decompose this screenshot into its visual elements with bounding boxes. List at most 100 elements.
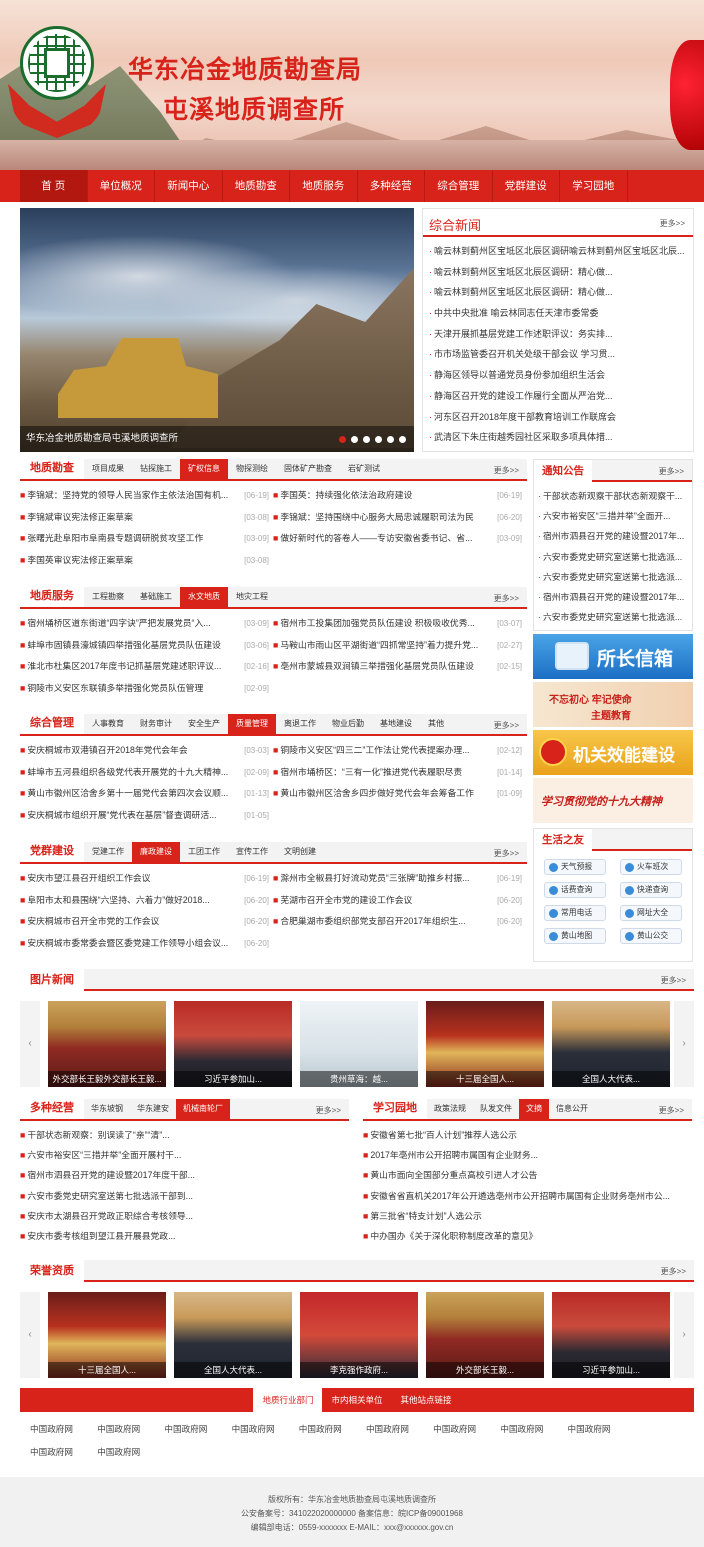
weather-link[interactable]: 天气预报 bbox=[544, 859, 606, 875]
tab-study-policy[interactable]: 政策法规 bbox=[427, 1099, 473, 1119]
tab-mgmt-retirees[interactable]: 离退工作 bbox=[276, 714, 324, 734]
tab-geology-mining-rights[interactable]: 矿权信息 bbox=[180, 459, 228, 479]
link-item[interactable]: 中国政府网 bbox=[500, 1418, 567, 1441]
list-item[interactable]: · 喻云林到蓟州区宝坻区北辰区调研喻云林到蓟州区宝坻区北辰... bbox=[429, 241, 687, 262]
carousel-prev-arrow[interactable]: ‹ bbox=[20, 1292, 40, 1378]
tab-links-other-sites[interactable]: 其他站点链接 bbox=[392, 1388, 461, 1412]
list-item[interactable]: ■ 安庆桐城市召开全市党的工作会议 [06-20] bbox=[20, 911, 273, 933]
express-link[interactable]: 快递查询 bbox=[620, 882, 682, 898]
slider-dot[interactable] bbox=[363, 436, 370, 443]
url-directory-link[interactable]: 网址大全 bbox=[620, 905, 682, 921]
list-item[interactable]: ■ 李国英审议宪法修正案草案 [03-08] bbox=[20, 550, 273, 572]
list-item[interactable]: ■ 安庆桐城市双港镇召开2018年党代会年会 [03-03] bbox=[20, 740, 273, 762]
tab-geology-survey[interactable]: 物探测绘 bbox=[228, 459, 276, 479]
list-item[interactable]: · 六安市委党史研究室送第七批选派... bbox=[538, 547, 688, 567]
link-item[interactable]: 中国政府网 bbox=[164, 1418, 231, 1441]
list-item[interactable]: ■ 安庆市望江县召开组织工作会议 [06-19] bbox=[20, 868, 273, 890]
tab-service-foundation[interactable]: 基础施工 bbox=[132, 587, 180, 607]
tab-service-hydrology[interactable]: 水文地质 bbox=[180, 587, 228, 607]
study-more-link[interactable]: 更多>> bbox=[659, 1105, 684, 1116]
phone-bill-link[interactable]: 话费查询 bbox=[544, 882, 606, 898]
photo-news-more-link[interactable]: 更多>> bbox=[661, 975, 686, 986]
geology-more-link[interactable]: 更多>> bbox=[494, 465, 519, 476]
nav-about[interactable]: 单位概况 bbox=[88, 170, 155, 202]
tab-mgmt-base[interactable]: 基地建设 bbox=[372, 714, 420, 734]
photo-item[interactable]: 外交部长王毅外交部长王毅... bbox=[48, 1001, 166, 1087]
notice-more-link[interactable]: 更多>> bbox=[659, 466, 684, 477]
link-item[interactable]: 中国政府网 bbox=[97, 1418, 164, 1441]
link-item[interactable]: 中国政府网 bbox=[30, 1418, 97, 1441]
nav-home[interactable]: 首 页 bbox=[20, 170, 88, 202]
list-item[interactable]: ■ 安庆市委考核组到望江县开展县党政... bbox=[20, 1226, 349, 1246]
list-item[interactable]: · 喻云林到蓟州区宝坻区北辰区调研：精心做... bbox=[429, 282, 687, 303]
business-more-link[interactable]: 更多>> bbox=[316, 1105, 341, 1116]
link-item[interactable]: 中国政府网 bbox=[299, 1418, 366, 1441]
list-item[interactable]: · 中共中央批准 喻云林同志任天津市委常委 bbox=[429, 303, 687, 324]
education-banner[interactable]: 不忘初心 牢记使命 主题教育 bbox=[533, 682, 693, 727]
tab-party-union[interactable]: 工团工作 bbox=[180, 842, 228, 862]
list-item[interactable]: · 宿州市泗县召开党的建设暨2017年... bbox=[538, 587, 688, 607]
tab-party-publicity[interactable]: 宣传工作 bbox=[228, 842, 276, 862]
list-item[interactable]: ■ 铜陵市义安区“四三二”工作法让党代表提案办理... [02-12] bbox=[273, 740, 526, 762]
train-link[interactable]: 火车班次 bbox=[620, 859, 682, 875]
honor-more-link[interactable]: 更多>> bbox=[661, 1266, 686, 1277]
nav-geology[interactable]: 地质勘查 bbox=[223, 170, 290, 202]
list-item[interactable]: ■ 宿州市工投集团加强党员队伍建设 积极吸收优秀... [03-07] bbox=[273, 613, 526, 635]
photo-item[interactable]: 外交部长王毅... bbox=[426, 1292, 544, 1378]
list-item[interactable]: · 六安市委党史研究室送第七批选派... bbox=[538, 607, 688, 627]
list-item[interactable]: ■ 李国英：持续强化依法治政府建设 [06-19] bbox=[273, 485, 526, 507]
list-item[interactable]: ■ 淮北市杜集区2017年度书记抓基层党建述职评议... [02-16] bbox=[20, 656, 273, 678]
photo-item[interactable]: 习近平参加山... bbox=[174, 1001, 292, 1087]
list-item[interactable]: ■ 六安市裕安区“三措并举”全面开展村干... bbox=[20, 1145, 349, 1165]
general-news-more-link[interactable]: 更多>> bbox=[660, 218, 685, 229]
tab-study-digest[interactable]: 文摘 bbox=[519, 1099, 549, 1119]
carousel-next-arrow[interactable]: › bbox=[674, 1001, 694, 1087]
list-item[interactable]: · 干部状态新观察干部状态新观察干... bbox=[538, 486, 688, 506]
tab-party-civilization[interactable]: 文明创建 bbox=[276, 842, 324, 862]
list-item[interactable]: ■ 蚌埠市五河县组织各级党代表开展党的十九大精神... [02-09] bbox=[20, 762, 273, 784]
slider-dot[interactable] bbox=[387, 436, 394, 443]
list-item[interactable]: ■ 中办国办《关于深化职称制度改革的意见》 bbox=[363, 1226, 692, 1246]
list-item[interactable]: ■ 张曙光赴阜阳市阜南县专题调研脱贫攻坚工作 [03-09] bbox=[20, 528, 273, 550]
tab-service-disaster[interactable]: 地灾工程 bbox=[228, 587, 276, 607]
slider-dot[interactable] bbox=[375, 436, 382, 443]
list-item[interactable]: ■ 阜阳市太和县围绕“六坚持、六着力”做好2018... [06-20] bbox=[20, 890, 273, 912]
list-item[interactable]: ■ 黄山市面向全国部分重点高校引进人才公告 bbox=[363, 1165, 692, 1185]
list-item[interactable]: ■ 第三批省“特支计划”人选公示 bbox=[363, 1206, 692, 1226]
bus-link[interactable]: 黄山公交 bbox=[620, 928, 682, 944]
link-item[interactable]: 中国政府网 bbox=[232, 1418, 299, 1441]
slider-dot[interactable] bbox=[351, 436, 358, 443]
tab-study-documents[interactable]: 队发文件 bbox=[473, 1099, 519, 1119]
bureau-logo[interactable] bbox=[8, 24, 106, 142]
tab-links-city-units[interactable]: 市内相关单位 bbox=[322, 1388, 391, 1412]
nav-party[interactable]: 党群建设 bbox=[493, 170, 560, 202]
list-item[interactable]: ■ 2017年亳州市公开招聘市属国有企业财务... bbox=[363, 1145, 692, 1165]
list-item[interactable]: ■ 宿州埇桥区道东街道“四字诀”严把发展党员“入... [03-09] bbox=[20, 613, 273, 635]
nav-business[interactable]: 多种经营 bbox=[358, 170, 425, 202]
list-item[interactable]: · 宿州市泗县召开党的建设暨2017年... bbox=[538, 526, 688, 546]
tab-party-building[interactable]: 党建工作 bbox=[84, 842, 132, 862]
list-item[interactable]: ■ 黄山市徽州区洽舍乡四步做好党代会年会筹备工作 [01-09] bbox=[273, 783, 526, 805]
list-item[interactable]: · 市市场监管委召开机关处级干部会议 学习贯... bbox=[429, 344, 687, 365]
tab-service-engineering[interactable]: 工程勘察 bbox=[84, 587, 132, 607]
efficiency-banner[interactable]: 机关效能建设 bbox=[533, 730, 693, 775]
link-item[interactable]: 中国政府网 bbox=[433, 1418, 500, 1441]
tab-mgmt-hr[interactable]: 人事教育 bbox=[84, 714, 132, 734]
list-item[interactable]: ■ 蚌埠市固镇县濠城镇四举措强化基层党员队伍建设 [03-06] bbox=[20, 635, 273, 657]
link-item[interactable]: 中国政府网 bbox=[568, 1418, 635, 1441]
list-item[interactable]: ■ 亳州市蒙城县双涧镇三举措强化基层党员队伍建设 [02-15] bbox=[273, 656, 526, 678]
tab-mgmt-safety[interactable]: 安全生产 bbox=[180, 714, 228, 734]
list-item[interactable]: · 武清区下朱庄街越秀园社区采取多项具体措... bbox=[429, 427, 687, 448]
list-item[interactable]: ■ 安徽省省直机关2017年公开遴选亳州市公开招聘市属国有企业财务亳州市公... bbox=[363, 1186, 692, 1206]
image-slider[interactable]: 华东冶金地质勘查局屯溪地质调查所 bbox=[20, 208, 414, 452]
congress-spirit-banner[interactable]: 学习贯彻党的十九大精神 bbox=[533, 778, 693, 823]
list-item[interactable]: ■ 芜湖市召开全市党的建设工作会议 [06-20] bbox=[273, 890, 526, 912]
list-item[interactable]: ■ 干部状态新观察：别误读了“亲”“清”... bbox=[20, 1125, 349, 1145]
photo-item[interactable]: 十三届全国人... bbox=[426, 1001, 544, 1087]
list-item[interactable]: · 河东区召开2018年度干部教育培训工作联席会 bbox=[429, 407, 687, 428]
tab-party-integrity[interactable]: 廉政建设 bbox=[132, 842, 180, 862]
tab-geology-drilling[interactable]: 钻探施工 bbox=[132, 459, 180, 479]
photo-item[interactable]: 贵州草海：越... bbox=[300, 1001, 418, 1087]
list-item[interactable]: ■ 安庆桐城市组织开展“党代表在基层”督查调研活... [01-05] bbox=[20, 805, 273, 827]
list-item[interactable]: ■ 李锦斌：坚持围绕中心服务大局忠诚履职司法为民 [06-20] bbox=[273, 507, 526, 529]
